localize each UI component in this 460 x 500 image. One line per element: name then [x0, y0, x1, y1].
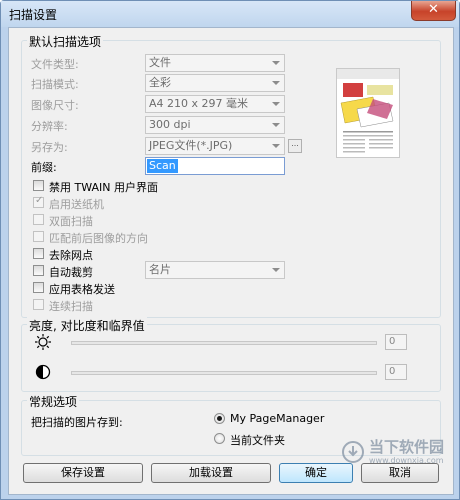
radio-selected-indicator: [217, 416, 222, 421]
save-as-label: 另存为:: [31, 141, 68, 154]
save-settings-button[interactable]: 保存设置: [23, 463, 143, 483]
brightness-value: 0: [389, 336, 396, 347]
browse-button[interactable]: ...: [288, 139, 302, 153]
resolution-value: 300 dpi: [149, 118, 191, 131]
save-to-label: 把扫描的图片存到:: [31, 416, 123, 429]
scan-mode-select[interactable]: 全彩: [145, 74, 285, 92]
save-as-value: JPEG文件(*.JPG): [149, 139, 233, 152]
radio-dot: [214, 433, 225, 444]
checkbox-box: [33, 248, 44, 259]
general-options-title: 常规选项: [27, 393, 80, 410]
radio-label: My PageManager: [230, 412, 325, 425]
ellipsis-icon: ...: [291, 139, 299, 148]
auto-crop-checkbox[interactable]: 自动裁剪: [33, 264, 143, 279]
brightness-value-field[interactable]: 0: [385, 334, 407, 350]
file-type-select[interactable]: 文件: [145, 54, 285, 72]
brightness-icon: [35, 334, 51, 350]
checkbox-label: 连续扫描: [49, 300, 93, 313]
contrast-icon: [35, 364, 51, 380]
watermark: 当下软件园 www.downxia.com: [341, 436, 446, 472]
watermark-text: 当下软件园: [369, 438, 445, 456]
image-size-select[interactable]: A4 210 x 297 毫米: [145, 95, 285, 113]
watermark-logo-icon: [342, 441, 364, 463]
continuous-scan-checkbox[interactable]: 连续扫描: [33, 298, 183, 313]
save-as-select[interactable]: JPEG文件(*.JPG): [145, 137, 285, 155]
brightness-group-title: 亮度, 对比度和临界值: [27, 317, 147, 334]
checkbox-box: [33, 282, 44, 293]
document-preview-icon: [337, 69, 399, 157]
checkbox-box: [33, 214, 44, 225]
checkbox-label: 匹配前后图像的方向: [49, 232, 148, 245]
enable-feeder-checkbox[interactable]: ✓ 启用送纸机: [33, 195, 183, 211]
scan-mode-label: 扫描模式:: [31, 78, 79, 91]
checkbox-box: [33, 231, 44, 242]
checkbox-label: 启用送纸机: [49, 198, 104, 211]
checkbox-label: 去除网点: [49, 249, 93, 262]
radio-label: 当前文件夹: [230, 434, 285, 447]
chevron-down-icon: [272, 123, 280, 127]
checkbox-label: 应用表格发送: [49, 283, 115, 296]
brightness-slider[interactable]: [71, 341, 377, 345]
prefix-value: Scan: [147, 159, 178, 173]
window-title: 扫描设置: [9, 8, 58, 22]
prefix-label: 前缀:: [31, 161, 57, 174]
crop-type-value: 名片: [149, 263, 171, 276]
checkbox-box: ✓: [33, 195, 44, 208]
scan-mode-value: 全彩: [149, 76, 171, 89]
radio-dot: [214, 413, 225, 424]
match-orientation-checkbox[interactable]: 匹配前后图像的方向: [33, 230, 183, 245]
checkbox-box: [33, 265, 44, 276]
watermark-url: www.downxia.com: [369, 456, 444, 465]
checkbox-box: [33, 180, 44, 191]
image-size-value: A4 210 x 297 毫米: [149, 97, 249, 110]
crop-type-select[interactable]: 名片: [145, 261, 285, 279]
checkbox-label: 禁用 TWAIN 用户界面: [49, 181, 158, 194]
contrast-value: 0: [389, 366, 396, 377]
descreen-checkbox[interactable]: 去除网点: [33, 247, 183, 262]
checkbox-label: 自动裁剪: [49, 266, 93, 279]
resolution-select[interactable]: 300 dpi: [145, 116, 285, 134]
chevron-down-icon: [272, 144, 280, 148]
radio-current-folder[interactable]: 当前文件夹: [214, 432, 334, 447]
apply-form-send-checkbox[interactable]: 应用表格发送: [33, 281, 183, 296]
brightness-group: [21, 324, 441, 392]
file-type-value: 文件: [149, 56, 171, 69]
resolution-label: 分辨率:: [31, 120, 68, 133]
check-icon: ✓: [35, 195, 44, 206]
prefix-input[interactable]: Scan: [145, 157, 285, 175]
file-type-label: 文件类型:: [31, 58, 79, 71]
chevron-down-icon: [272, 268, 280, 272]
contrast-value-field[interactable]: 0: [385, 364, 407, 380]
title-bar[interactable]: 扫描设置 ✕: [1, 1, 459, 27]
radio-my-pagemanager[interactable]: My PageManager: [214, 412, 334, 426]
dialog-body: 默认扫描选项 文件类型: 文件 扫描模式: 全彩 图像尺寸: A4 210 x …: [8, 27, 454, 495]
duplex-scan-checkbox[interactable]: 双面扫描: [33, 213, 183, 228]
default-options-title: 默认扫描选项: [27, 33, 104, 50]
image-size-label: 图像尺寸:: [31, 99, 79, 112]
chevron-down-icon: [272, 81, 280, 85]
close-icon: ✕: [428, 2, 439, 17]
checkbox-label: 双面扫描: [49, 215, 93, 228]
load-settings-button[interactable]: 加载设置: [151, 463, 271, 483]
chevron-down-icon: [272, 102, 280, 106]
scan-settings-window: 扫描设置 ✕ 默认扫描选项 文件类型: 文件 扫描模式: 全彩 图像尺寸: A4…: [0, 0, 460, 500]
checkbox-box: [33, 299, 44, 310]
chevron-down-icon: [272, 61, 280, 65]
disable-twain-ui-checkbox[interactable]: 禁用 TWAIN 用户界面: [33, 179, 183, 194]
contrast-slider[interactable]: [71, 371, 377, 375]
scan-preview-thumbnail: [336, 68, 400, 158]
close-button[interactable]: ✕: [411, 1, 456, 21]
